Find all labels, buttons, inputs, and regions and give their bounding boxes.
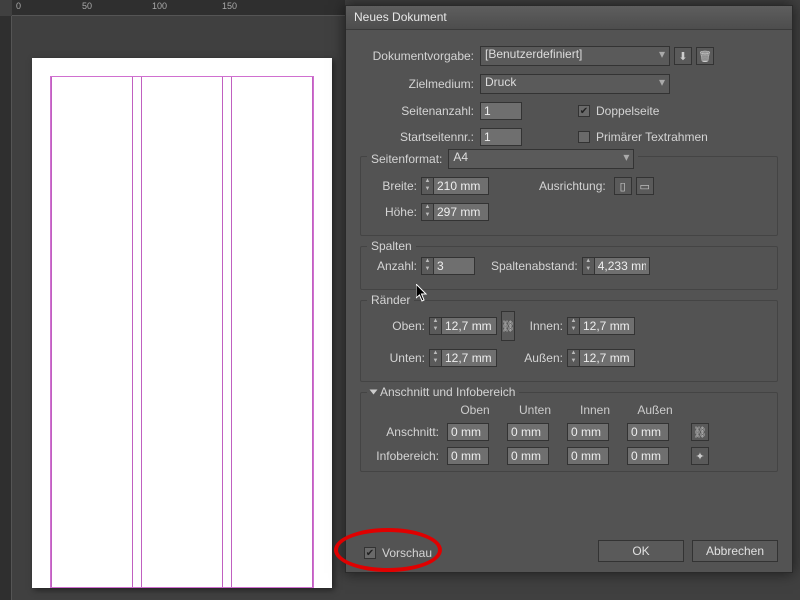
ruler-horizontal: 0 50 100 150 — [12, 0, 345, 16]
primary-textframe-checkbox[interactable]: Primärer Textrahmen — [578, 130, 708, 144]
preset-label: Dokumentvorgabe: — [360, 49, 480, 63]
margin-inside-input[interactable] — [579, 317, 635, 335]
columns-group: Spalten Anzahl: ▲▼ Spaltenabstand: ▲▼ — [360, 246, 778, 290]
bleed-top-input[interactable] — [447, 423, 489, 441]
bleed-bottom-input[interactable] — [507, 423, 549, 441]
orientation-landscape-icon[interactable]: ▭ — [636, 177, 654, 195]
column-count-input[interactable] — [433, 257, 475, 275]
bleed-outside-input[interactable] — [627, 423, 669, 441]
cancel-button[interactable]: Abbrechen — [692, 540, 778, 562]
dialog-titlebar[interactable]: Neues Dokument — [346, 6, 792, 30]
gutter-stepper[interactable]: ▲▼ — [582, 257, 650, 275]
document-canvas: 0 50 100 150 — [0, 0, 345, 600]
dialog-title: Neues Dokument — [354, 10, 447, 24]
page-size-dropdown[interactable]: A4 — [448, 149, 634, 169]
intent-dropdown[interactable]: Druck — [480, 74, 670, 94]
pages-label: Seitenanzahl: — [360, 104, 480, 118]
slug-top-input[interactable] — [447, 447, 489, 465]
link-bleed-icon[interactable]: ⛓ — [691, 423, 709, 441]
intent-label: Zielmedium: — [360, 77, 480, 91]
margins-group: Ränder Oben: ▲▼ ⛓ Innen: ▲▼ Unten: ▲▼ Au… — [360, 300, 778, 382]
link-margins-icon[interactable]: ⛓ — [501, 311, 515, 341]
height-input[interactable] — [433, 203, 489, 221]
save-preset-icon[interactable]: ⬇ — [674, 47, 692, 65]
new-document-dialog: Neues Dokument Dokumentvorgabe: [Benutze… — [345, 5, 793, 573]
preset-dropdown[interactable]: [Benutzerdefiniert] — [480, 46, 670, 66]
margin-outside-input[interactable] — [579, 349, 635, 367]
bleed-inside-input[interactable] — [567, 423, 609, 441]
page-format-group: Seitenformat: A4 Breite: ▲▼ Ausrichtung:… — [360, 156, 778, 236]
disclosure-triangle-icon[interactable] — [370, 390, 378, 395]
link-slug-icon[interactable]: ✦ — [691, 447, 709, 465]
facing-pages-checkbox[interactable]: ✔ Doppelseite — [578, 104, 659, 118]
slug-inside-input[interactable] — [567, 447, 609, 465]
delete-preset-icon[interactable]: 🗑 — [696, 47, 714, 65]
margin-bottom-input[interactable] — [441, 349, 497, 367]
width-stepper[interactable]: ▲▼ — [421, 177, 489, 195]
margin-guides — [50, 76, 314, 588]
margin-top-input[interactable] — [441, 317, 497, 335]
slug-outside-input[interactable] — [627, 447, 669, 465]
column-count-stepper[interactable]: ▲▼ — [421, 257, 475, 275]
height-stepper[interactable]: ▲▼ — [421, 203, 489, 221]
gutter-input[interactable] — [594, 257, 650, 275]
orientation-portrait-icon[interactable]: ▯ — [614, 177, 632, 195]
page-preview — [32, 58, 332, 588]
ruler-vertical — [0, 16, 12, 600]
width-input[interactable] — [433, 177, 489, 195]
bleed-slug-group: Anschnitt und Infobereich Oben Unten Inn… — [360, 392, 778, 472]
slug-bottom-input[interactable] — [507, 447, 549, 465]
pages-input[interactable] — [480, 102, 522, 120]
preview-checkbox[interactable]: ✔ Vorschau — [364, 546, 432, 560]
startnum-label: Startseitennr.: — [360, 130, 480, 144]
startnum-input[interactable] — [480, 128, 522, 146]
ok-button[interactable]: OK — [598, 540, 684, 562]
